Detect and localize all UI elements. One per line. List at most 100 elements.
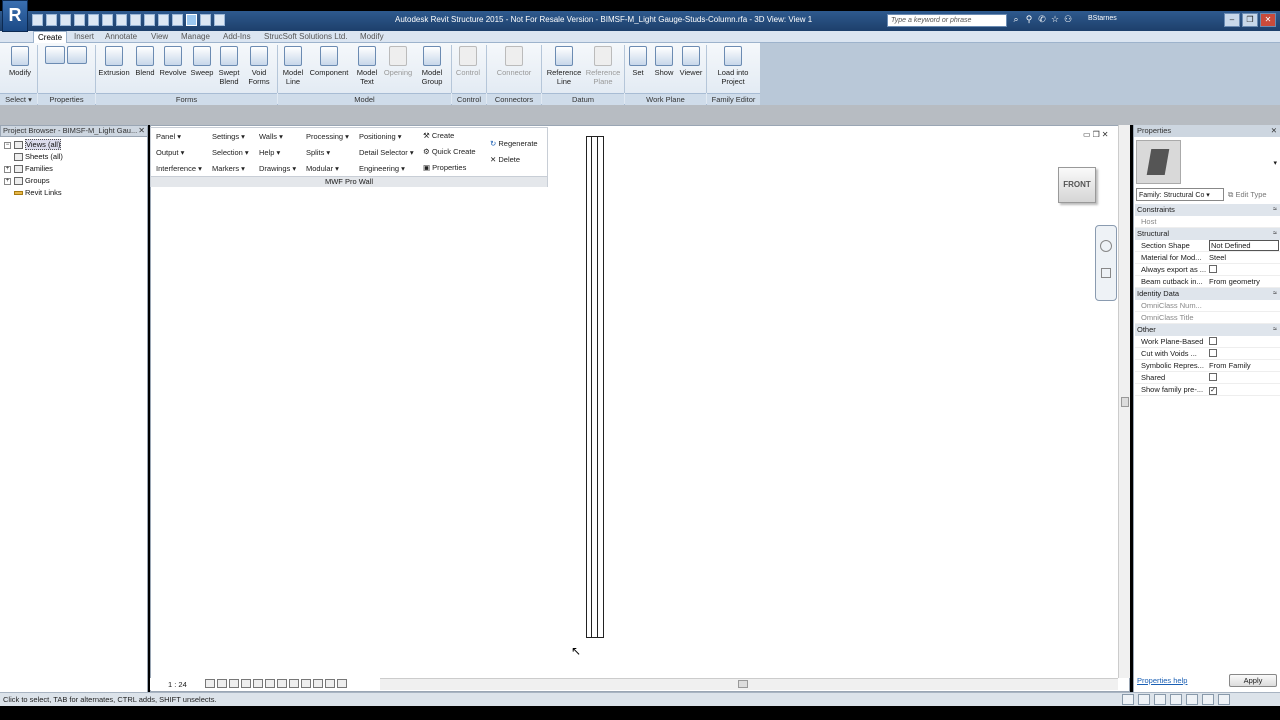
- render-icon[interactable]: [253, 679, 263, 688]
- model-text-button[interactable]: Model Text: [353, 46, 381, 86]
- close-icon[interactable]: ✕: [1271, 125, 1277, 136]
- collapse-icon[interactable]: ≈: [1273, 324, 1277, 335]
- prop-shared[interactable]: Shared: [1135, 372, 1280, 384]
- set-button[interactable]: Set: [627, 46, 649, 77]
- column-edge[interactable]: [603, 136, 604, 638]
- navigation-bar[interactable]: [1095, 225, 1117, 301]
- column-edge[interactable]: [591, 136, 592, 638]
- switch-windows-icon[interactable]: [214, 14, 225, 26]
- view-scale[interactable]: 1 : 24: [168, 680, 187, 689]
- checkbox-checked[interactable]: ✓: [1209, 387, 1217, 395]
- temp-hide-icon[interactable]: [301, 679, 311, 688]
- collapse-icon[interactable]: ≈: [1273, 204, 1277, 215]
- select-pinned-icon[interactable]: [1186, 694, 1198, 705]
- steering-wheel-icon[interactable]: [1100, 240, 1112, 252]
- checkbox[interactable]: [1209, 337, 1217, 345]
- tab-manage[interactable]: Manage: [177, 31, 214, 42]
- menu-positioning[interactable]: Positioning ▾: [359, 132, 402, 141]
- binoculars-icon[interactable]: ⌕: [1011, 14, 1021, 26]
- show-crop-icon[interactable]: [277, 679, 287, 688]
- tab-modify[interactable]: Modify: [356, 31, 388, 42]
- reference-plane-button[interactable]: Reference Plane: [584, 46, 622, 86]
- checkbox[interactable]: [1209, 265, 1217, 273]
- extrusion-button[interactable]: Extrusion: [97, 46, 131, 77]
- menu-output[interactable]: Output ▾: [156, 148, 184, 157]
- menu-walls[interactable]: Walls ▾: [259, 132, 283, 141]
- subscription-icon[interactable]: ⚲: [1024, 14, 1034, 26]
- highlight-displacement-icon[interactable]: [337, 679, 347, 688]
- analytical-model-icon[interactable]: [325, 679, 335, 688]
- prop-always-export[interactable]: Always export as ...: [1135, 264, 1280, 276]
- properties-button[interactable]: ▣ Properties: [423, 163, 466, 172]
- menu-interference[interactable]: Interference ▾: [156, 164, 202, 173]
- modify-button[interactable]: Modify: [5, 46, 35, 77]
- column-edge[interactable]: [597, 136, 598, 638]
- revit-app-button[interactable]: R: [2, 0, 28, 32]
- user-name[interactable]: BStarnes: [1088, 15, 1117, 22]
- revolve-button[interactable]: Revolve: [158, 46, 188, 77]
- connector-button[interactable]: Connector: [490, 46, 538, 77]
- properties-buttons[interactable]: [40, 46, 92, 68]
- tree-item-families[interactable]: + Families: [4, 164, 53, 174]
- detail-level-icon[interactable]: [205, 679, 215, 688]
- user-icon[interactable]: ⚇: [1063, 14, 1073, 26]
- view-cube[interactable]: FRONT: [1058, 167, 1096, 203]
- group-constraints[interactable]: Constraints ≈: [1135, 204, 1280, 216]
- prop-material[interactable]: Material for Mod... Steel: [1135, 252, 1280, 264]
- minimize-view-icon[interactable]: ▭: [1083, 130, 1091, 139]
- crop-view-icon[interactable]: [265, 679, 275, 688]
- menu-settings[interactable]: Settings ▾: [212, 132, 245, 141]
- menu-markers[interactable]: Markers ▾: [212, 164, 245, 173]
- void-forms-button[interactable]: Void Forms: [244, 46, 274, 86]
- sweep-button[interactable]: Sweep: [188, 46, 216, 77]
- group-structural[interactable]: Structural ≈: [1135, 228, 1280, 240]
- filter-icon[interactable]: [1218, 694, 1230, 705]
- menu-panel[interactable]: Panel ▾: [156, 132, 181, 141]
- reveal-hidden-icon[interactable]: [313, 679, 323, 688]
- collapse-icon[interactable]: ≈: [1273, 228, 1277, 239]
- reference-line-button[interactable]: Reference Line: [545, 46, 583, 86]
- tree-item-views[interactable]: − Views (all): [4, 139, 62, 150]
- chevron-down-icon[interactable]: ▾: [1273, 159, 1277, 167]
- model-group-button[interactable]: Model Group: [417, 46, 447, 86]
- menu-help[interactable]: Help ▾: [259, 148, 280, 157]
- control-button[interactable]: Control: [452, 46, 484, 77]
- shadows-icon[interactable]: [241, 679, 251, 688]
- select-underlay-icon[interactable]: [1170, 694, 1182, 705]
- component-button[interactable]: Component: [306, 46, 352, 77]
- communication-icon[interactable]: ✆: [1037, 14, 1047, 26]
- menu-engineering[interactable]: Engineering ▾: [359, 164, 405, 173]
- group-other[interactable]: Other ≈: [1135, 324, 1280, 336]
- sun-path-icon[interactable]: [229, 679, 239, 688]
- edit-type-button[interactable]: ⧉ Edit Type: [1228, 190, 1267, 200]
- tab-annotate[interactable]: Annotate: [101, 31, 141, 42]
- close-button[interactable]: ✕: [1260, 13, 1276, 27]
- viewer-button[interactable]: Viewer: [678, 46, 704, 77]
- prop-section-shape[interactable]: Section Shape Not Defined: [1135, 240, 1280, 252]
- worksets-icon[interactable]: [1122, 694, 1134, 705]
- load-into-project-button[interactable]: Load into Project: [710, 46, 756, 86]
- prop-host[interactable]: Host: [1135, 216, 1280, 228]
- favorites-icon[interactable]: ☆: [1050, 14, 1060, 26]
- dimension-icon[interactable]: [116, 14, 127, 26]
- prop-show-family[interactable]: Show family pre-... ✓: [1135, 384, 1280, 396]
- apply-button[interactable]: Apply: [1229, 674, 1277, 687]
- drawing-canvas[interactable]: [150, 125, 1130, 692]
- swept-blend-button[interactable]: Swept Blend: [216, 46, 242, 86]
- restore-view-icon[interactable]: ❐: [1093, 130, 1100, 139]
- measure-icon[interactable]: [102, 14, 113, 26]
- prop-symbolic-representation[interactable]: Symbolic Repres... From Family: [1135, 360, 1280, 372]
- vertical-scrollbar[interactable]: [1118, 125, 1130, 678]
- 3d-view-icon[interactable]: [158, 14, 169, 26]
- panel-select[interactable]: Select ▾: [0, 93, 37, 105]
- collapse-icon[interactable]: ≈: [1273, 288, 1277, 299]
- group-identity-data[interactable]: Identity Data ≈: [1135, 288, 1280, 300]
- delete-button[interactable]: ✕ Delete: [490, 155, 520, 164]
- show-button[interactable]: Show: [652, 46, 676, 77]
- properties-help-link[interactable]: Properties help: [1137, 676, 1187, 685]
- text-icon[interactable]: [144, 14, 155, 26]
- prop-omniclass-number[interactable]: OmniClass Num...: [1135, 300, 1280, 312]
- menu-modular[interactable]: Modular ▾: [306, 164, 339, 173]
- prop-omniclass-title[interactable]: OmniClass Title: [1135, 312, 1280, 324]
- sync-icon[interactable]: [60, 14, 71, 26]
